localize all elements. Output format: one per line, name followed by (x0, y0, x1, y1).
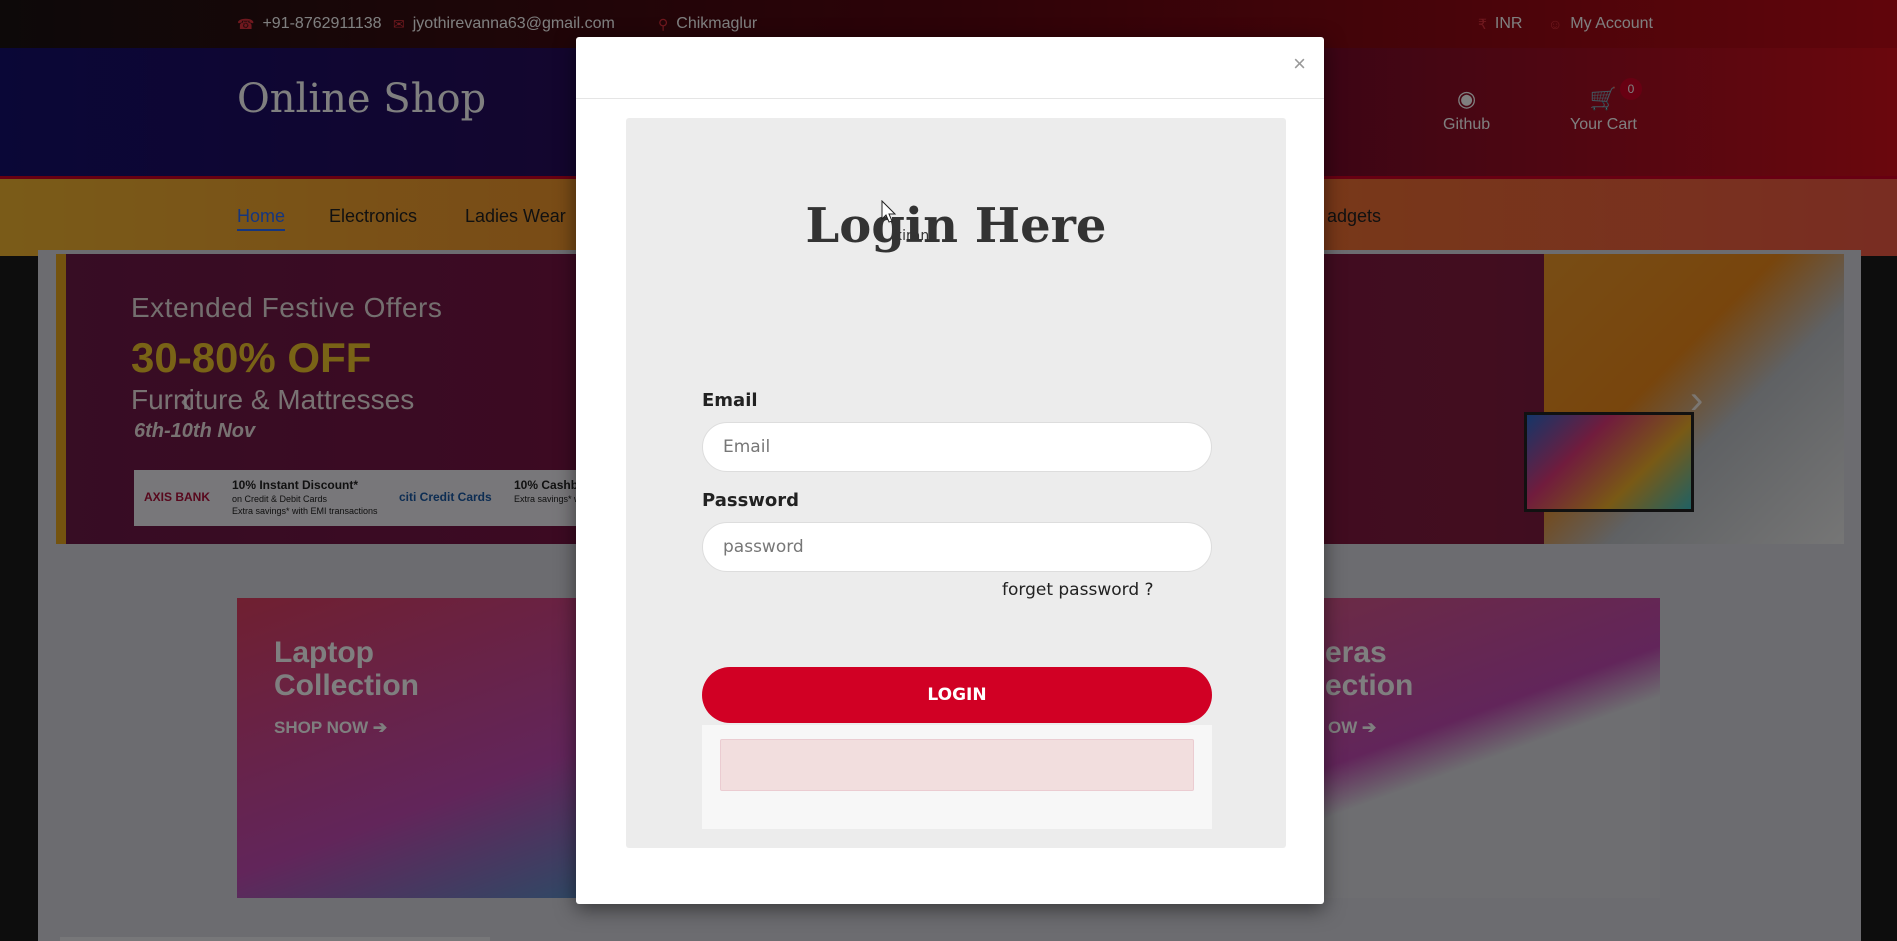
modal-header: × (576, 37, 1324, 99)
login-card: Login Here Email Password forget passwor… (626, 118, 1286, 848)
forget-password-link[interactable]: forget password ? (1002, 580, 1154, 600)
tooltip: kiran (894, 228, 930, 244)
email-field[interactable] (702, 422, 1212, 472)
mouse-pointer-icon (881, 200, 897, 223)
email-label: Email (702, 390, 758, 411)
login-title: Login Here (805, 198, 1107, 254)
login-modal: × Login Here Email Password forget passw… (576, 37, 1324, 904)
login-button[interactable]: LOGIN (702, 667, 1212, 723)
password-field[interactable] (702, 522, 1212, 572)
message-area (702, 725, 1212, 829)
close-icon[interactable]: × (1293, 51, 1306, 77)
error-alert (720, 739, 1194, 791)
password-label: Password (702, 490, 800, 511)
